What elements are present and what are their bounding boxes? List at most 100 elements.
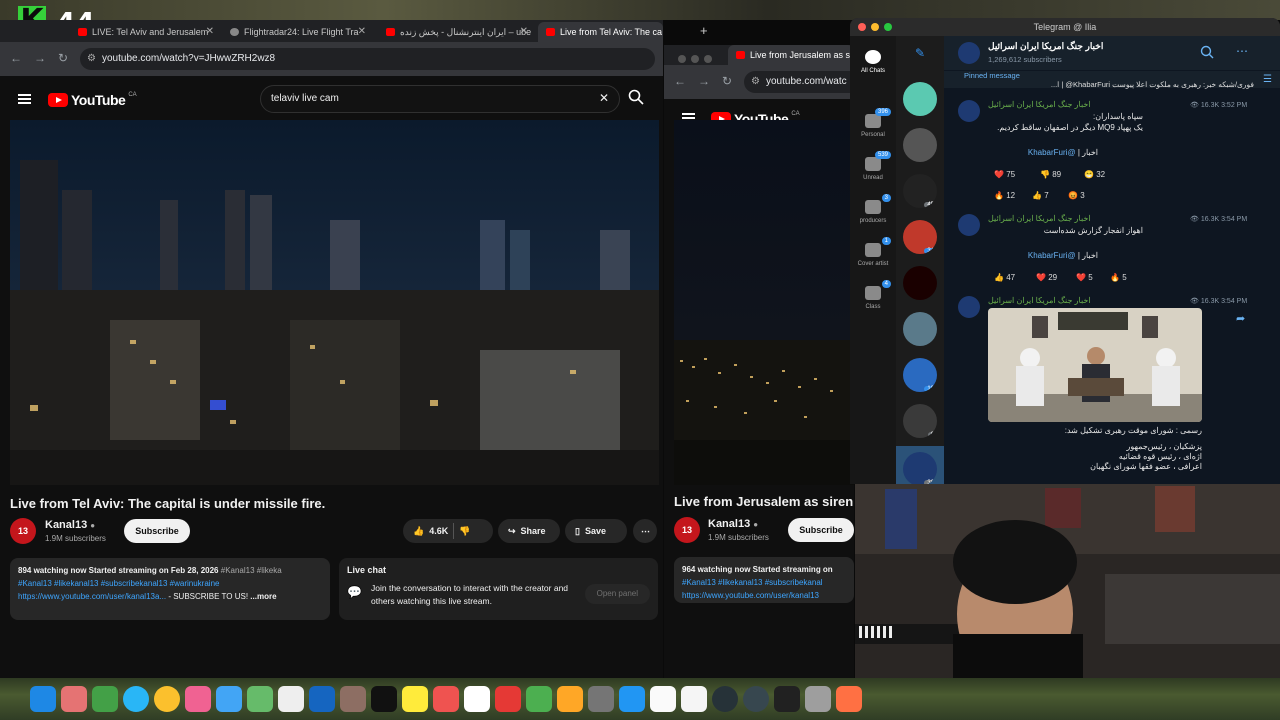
notion-icon[interactable] — [650, 686, 676, 712]
reload-icon[interactable]: ↻ — [58, 51, 68, 65]
news-icon[interactable] — [495, 686, 521, 712]
search-input[interactable]: telaviv live cam — [271, 93, 339, 104]
save-button[interactable]: ▯ Save — [565, 519, 627, 543]
notes-icon[interactable] — [402, 686, 428, 712]
reaction-chip[interactable]: 😁 32 — [1084, 170, 1105, 179]
folder-cover-artist[interactable]: 1 Cover artist — [850, 237, 896, 267]
chat-header[interactable]: اخبار جنگ امریکا ایران اسرائیل 1,269,612… — [944, 36, 1280, 70]
more-actions-button[interactable]: ⋯ — [633, 519, 657, 543]
video-description[interactable]: 894 watching now Started streaming on Fe… — [10, 558, 330, 620]
back-icon[interactable]: ← — [674, 74, 686, 88]
channel-avatar[interactable]: 13 — [10, 518, 36, 544]
reaction-chip[interactable]: 😡 3 — [1068, 191, 1085, 200]
close-tab-icon[interactable]: ✕ — [206, 22, 214, 42]
back-icon[interactable]: ← — [10, 51, 22, 65]
chat-avatar[interactable]: 34 — [903, 220, 937, 254]
youtube-logo[interactable]: YouTube CA — [48, 92, 137, 108]
app-store-icon[interactable] — [619, 686, 645, 712]
finder-icon[interactable] — [30, 686, 56, 712]
tab-4-active[interactable]: Live from Tel Aviv: The ca — [538, 22, 663, 42]
chat-avatar[interactable]: 6 — [903, 404, 937, 438]
reaction-chip[interactable]: 👍 7 — [1032, 191, 1049, 200]
app-icon[interactable] — [774, 686, 800, 712]
channel-avatar[interactable] — [958, 42, 980, 64]
search-box[interactable]: telaviv live cam ✕ — [260, 85, 620, 113]
new-tab-icon[interactable]: + — [700, 23, 708, 38]
tab-right-active[interactable]: Live from Jerusalem as si — [728, 45, 854, 65]
chat-avatar[interactable] — [903, 266, 937, 300]
share-button[interactable]: ↪ Share — [498, 519, 560, 543]
chat-avatar[interactable] — [903, 128, 937, 162]
channel-name[interactable]: Kanal13 ● — [45, 519, 95, 531]
close-tab-icon[interactable]: ✕ — [358, 22, 366, 42]
forward-icon[interactable]: ➦ — [1236, 312, 1245, 325]
subscribe-button[interactable]: Subscribe — [124, 519, 190, 543]
open-panel-button[interactable]: Open panel — [584, 584, 650, 604]
thumbs-down-icon[interactable]: 👎 — [459, 519, 470, 543]
pages-icon[interactable] — [557, 686, 583, 712]
channel-name[interactable]: Kanal13 ● — [708, 518, 758, 530]
chat-avatar[interactable] — [903, 312, 937, 346]
folder-unread[interactable]: 539 Unread — [850, 151, 896, 181]
launchpad-icon[interactable] — [61, 686, 87, 712]
firefox-icon[interactable] — [836, 686, 862, 712]
calendar-app-icon[interactable] — [681, 686, 707, 712]
url-input[interactable]: ⚙ youtube.com/watch?v=JHwwZRH2wz8 — [80, 48, 655, 70]
tv-icon[interactable] — [371, 686, 397, 712]
close-tab-icon[interactable]: ✕ — [520, 22, 528, 42]
sender-avatar[interactable] — [958, 100, 980, 122]
reaction-chip[interactable]: ❤️ 5 — [1076, 273, 1093, 282]
video-player-right[interactable] — [674, 120, 854, 485]
pinned-message-bar[interactable]: Pinned message فوری/شبکه خبر: رهبری به م… — [944, 70, 1280, 89]
tab-2[interactable]: Flightradar24: Live Flight Tra ✕ — [222, 22, 372, 42]
reaction-chip[interactable]: ❤️ 29 — [1036, 273, 1057, 282]
folder-producers[interactable]: 3 producers — [850, 194, 896, 224]
app-icon[interactable] — [743, 686, 769, 712]
photos-icon[interactable] — [185, 686, 211, 712]
app-icon[interactable] — [92, 686, 118, 712]
forward-icon[interactable]: → — [698, 74, 710, 88]
numbers-icon[interactable] — [526, 686, 552, 712]
zoom-window-icon[interactable] — [884, 23, 892, 31]
freeform-icon[interactable] — [309, 686, 335, 712]
reaction-chip[interactable]: 👎 89 — [1040, 170, 1061, 179]
more-menu-icon[interactable]: ⋯ — [1236, 44, 1248, 58]
facetime-icon[interactable] — [247, 686, 273, 712]
forward-icon[interactable]: → — [34, 51, 46, 65]
tab-1[interactable]: LIVE: Tel Aviv and Jerusalem ✕ — [70, 22, 220, 42]
calendar-icon[interactable] — [464, 686, 490, 712]
reload-icon[interactable]: ↻ — [722, 74, 732, 88]
channel-avatar[interactable]: 13 — [674, 517, 700, 543]
selected-chat-row[interactable]: 36 — [896, 446, 944, 484]
music-icon[interactable] — [433, 686, 459, 712]
settings-icon[interactable] — [588, 686, 614, 712]
folder-all-chats[interactable]: All Chats — [850, 50, 896, 74]
mail-icon[interactable] — [216, 686, 242, 712]
url-input[interactable]: ⚙ youtube.com/watc — [744, 71, 854, 93]
close-window-icon[interactable] — [858, 23, 866, 31]
chrome-icon[interactable] — [154, 686, 180, 712]
chat-avatar[interactable] — [903, 82, 937, 116]
video-player[interactable] — [10, 120, 659, 485]
reaction-chip[interactable]: ❤️ 75 — [994, 170, 1015, 179]
tab-3[interactable]: ایران اینترنشنال - پخش زنده – ube ✕ — [378, 22, 534, 42]
subscribe-button[interactable]: Subscribe — [788, 518, 854, 542]
sender-avatar[interactable] — [958, 296, 980, 318]
safari-icon[interactable] — [123, 686, 149, 712]
menu-icon[interactable] — [18, 94, 31, 104]
clear-search-icon[interactable]: ✕ — [599, 91, 609, 105]
reaction-chip[interactable]: 👍 47 — [994, 273, 1015, 282]
reaction-chip[interactable]: 🔥 12 — [994, 191, 1015, 200]
compose-icon[interactable]: ✎ — [915, 46, 925, 60]
message-photo[interactable] — [988, 308, 1202, 422]
like-button[interactable]: 👍 4.6K 👎 — [403, 519, 493, 543]
chat-avatar[interactable]: 45 — [903, 174, 937, 208]
app-icon[interactable] — [805, 686, 831, 712]
minimize-window-icon[interactable] — [871, 23, 879, 31]
sender-avatar[interactable] — [958, 214, 980, 236]
more-link[interactable]: ...more — [250, 592, 276, 601]
contacts-icon[interactable] — [340, 686, 366, 712]
chat-avatar[interactable]: 10 — [903, 358, 937, 392]
folder-personal[interactable]: 396 Personal — [850, 108, 896, 138]
folder-class[interactable]: 4 Class — [850, 280, 896, 310]
